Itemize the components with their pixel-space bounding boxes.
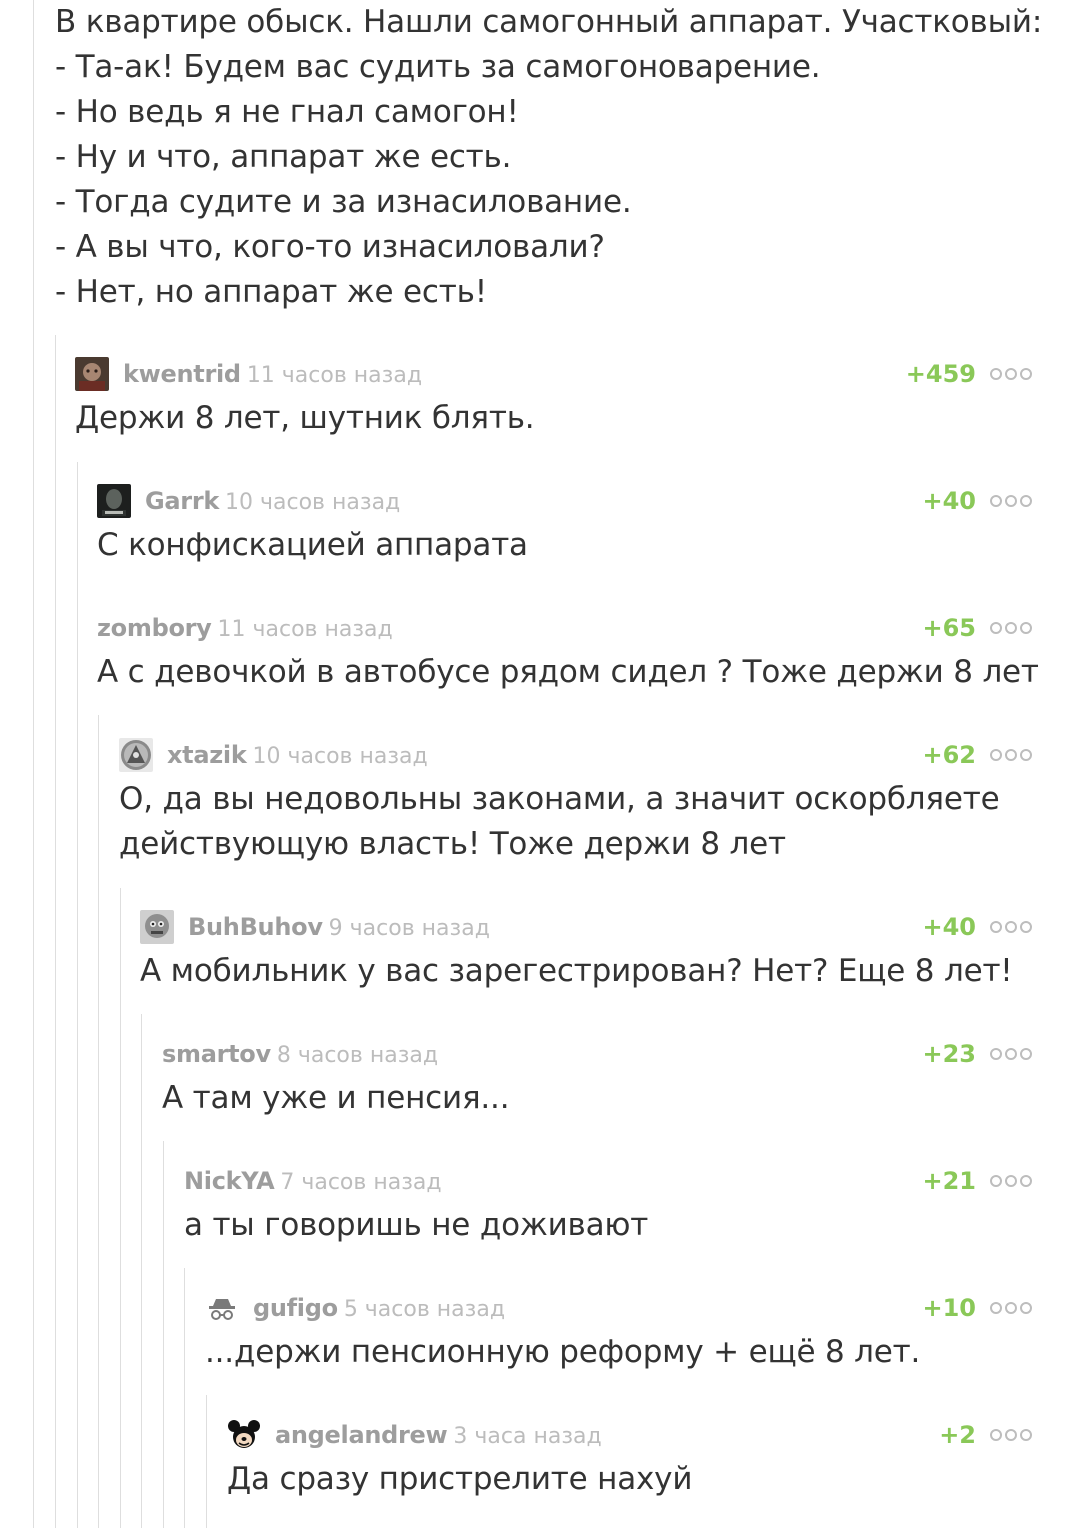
comment-header: gufigo 5 часов назад +10: [205, 1288, 1032, 1328]
comment-text: А с девочкой в автобусе рядом сидел ? То…: [97, 654, 1039, 690]
more-options-icon[interactable]: [990, 1175, 1032, 1187]
comment-rating: +40: [922, 487, 976, 515]
comment-rating: +21: [922, 1167, 976, 1195]
avatar[interactable]: [97, 484, 131, 518]
more-options-icon[interactable]: [990, 622, 1032, 634]
username[interactable]: NickYA 7 часов назад: [184, 1165, 442, 1199]
avatar[interactable]: [119, 738, 153, 772]
comment-text: а ты говоришь не доживают: [184, 1207, 649, 1243]
comment-text: Да сразу пристрелите нахуй: [227, 1461, 693, 1497]
thread-line[interactable]: [120, 888, 121, 1528]
comment-text: А там уже и пенсия...: [162, 1080, 510, 1116]
comment-header: zombory 11 часов назад +65: [97, 608, 1032, 648]
thread-line[interactable]: [163, 1141, 164, 1528]
post-line: - Нет, но аппарат же есть!: [55, 274, 487, 310]
comment-text: Держи 8 лет, шутник блять.: [75, 400, 535, 436]
thread-line[interactable]: [98, 715, 99, 1528]
comment-time: 7 часов назад: [280, 1170, 442, 1195]
thread-line[interactable]: [33, 0, 34, 1528]
comment-time: 11 часов назад: [217, 617, 393, 642]
comment-time: 9 часов назад: [328, 916, 490, 941]
more-options-icon[interactable]: [990, 1302, 1032, 1314]
thread-line[interactable]: [55, 335, 56, 1528]
comment-header: angelandrew 3 часа назад +2: [227, 1415, 1032, 1455]
comment-header: NickYA 7 часов назад +21: [184, 1161, 1032, 1201]
comment-text: ...держи пенсионную реформу + ещё 8 лет.: [205, 1334, 921, 1370]
more-options-icon[interactable]: [990, 1048, 1032, 1060]
comment-rating: +459: [905, 360, 976, 388]
thread-line[interactable]: [77, 462, 78, 1528]
comment-rating: +65: [922, 614, 976, 642]
username[interactable]: smartov 8 часов назад: [162, 1038, 438, 1072]
thread-line[interactable]: [184, 1268, 185, 1528]
comment: zombory 11 часов назад +65 А с девочкой в…: [97, 608, 1039, 695]
comment: NickYA 7 часов назад +21 а ты говоришь не…: [184, 1161, 1032, 1248]
username[interactable]: xtazik 10 часов назад: [167, 739, 428, 773]
post-line: - Но ведь я не гнал самогон!: [55, 94, 519, 130]
username[interactable]: gufigo 5 часов назад: [253, 1292, 505, 1326]
post-line: - А вы что, кого-то изнасиловали?: [55, 229, 605, 265]
comment: gufigo 5 часов назад +10 ...держи пенсион…: [205, 1288, 1032, 1375]
post-line: В квартире обыск. Нашли самогонный аппар…: [55, 4, 1043, 40]
comment-time: 8 часов назад: [276, 1043, 439, 1068]
username[interactable]: kwentrid 11 часов назад: [123, 358, 422, 392]
comment-rating: +2: [939, 1421, 976, 1449]
more-options-icon[interactable]: [990, 368, 1032, 380]
comment-text: С конфискацией аппарата: [97, 527, 528, 563]
username[interactable]: BuhBuhov 9 часов назад: [188, 911, 490, 945]
avatar[interactable]: [75, 357, 109, 391]
post-line: - Та-ак! Будем вас судить за самогоновар…: [55, 49, 821, 85]
comment-header: kwentrid 11 часов назад +459: [75, 354, 1032, 394]
comment-text: А мобильник у вас зарегестрирован? Нет? …: [140, 953, 1013, 989]
comment-time: 5 часов назад: [343, 1297, 506, 1322]
comment-rating: +40: [922, 913, 976, 941]
comment: smartov 8 часов назад +23 А там уже и пен…: [162, 1034, 1032, 1121]
comment-time: 3 часа назад: [453, 1424, 602, 1449]
comment-rating: +10: [922, 1294, 976, 1322]
more-options-icon[interactable]: [990, 495, 1032, 507]
comment-time: 10 часов назад: [225, 490, 401, 515]
comment-header: BuhBuhov 9 часов назад +40: [140, 907, 1032, 947]
more-options-icon[interactable]: [990, 1429, 1032, 1441]
comment-header: Garrk 10 часов назад +40: [97, 481, 1032, 521]
comment-header: xtazik 10 часов назад +62: [119, 735, 1032, 775]
comment-time: 10 часов назад: [252, 744, 428, 769]
comment-time: 11 часов назад: [246, 363, 423, 388]
comment: angelandrew 3 часа назад +2 Да сразу прис…: [227, 1415, 1032, 1502]
thread-line[interactable]: [206, 1395, 207, 1528]
post-text: В квартире обыск. Нашли самогонный аппар…: [55, 0, 1055, 315]
comment-header: smartov 8 часов назад +23: [162, 1034, 1032, 1074]
comment-text-line: О, да вы недовольны законами, а значит о…: [119, 781, 1000, 817]
post-line: - Тогда судите и за изнасилование.: [55, 184, 632, 220]
more-options-icon[interactable]: [990, 749, 1032, 761]
comment: BuhBuhov 9 часов назад +40 А мобильник у …: [140, 907, 1032, 994]
avatar[interactable]: [140, 910, 174, 944]
comment: xtazik 10 часов назад +62 О, да вы недово…: [119, 735, 1032, 867]
comment: kwentrid 11 часов назад +459 Держи 8 лет,…: [75, 354, 1032, 441]
comment: Garrk 10 часов назад +40 С конфискацией а…: [97, 481, 1032, 568]
comment-rating: +62: [922, 741, 976, 769]
comment-rating: +23: [922, 1040, 976, 1068]
username[interactable]: Garrk 10 часов назад: [145, 485, 400, 519]
username[interactable]: angelandrew 3 часа назад: [275, 1419, 602, 1453]
thread-line[interactable]: [141, 1014, 142, 1528]
post-line: - Ну и что, аппарат же есть.: [55, 139, 512, 175]
comment-text-line: действующую власть! Тоже держи 8 лет: [119, 826, 786, 862]
comment-text: О, да вы недовольны законами, а значит о…: [119, 777, 1032, 867]
more-options-icon[interactable]: [990, 921, 1032, 933]
incognito-icon[interactable]: [205, 1291, 239, 1325]
username[interactable]: zombory 11 часов назад: [97, 612, 393, 646]
mickey-icon[interactable]: [227, 1418, 261, 1452]
